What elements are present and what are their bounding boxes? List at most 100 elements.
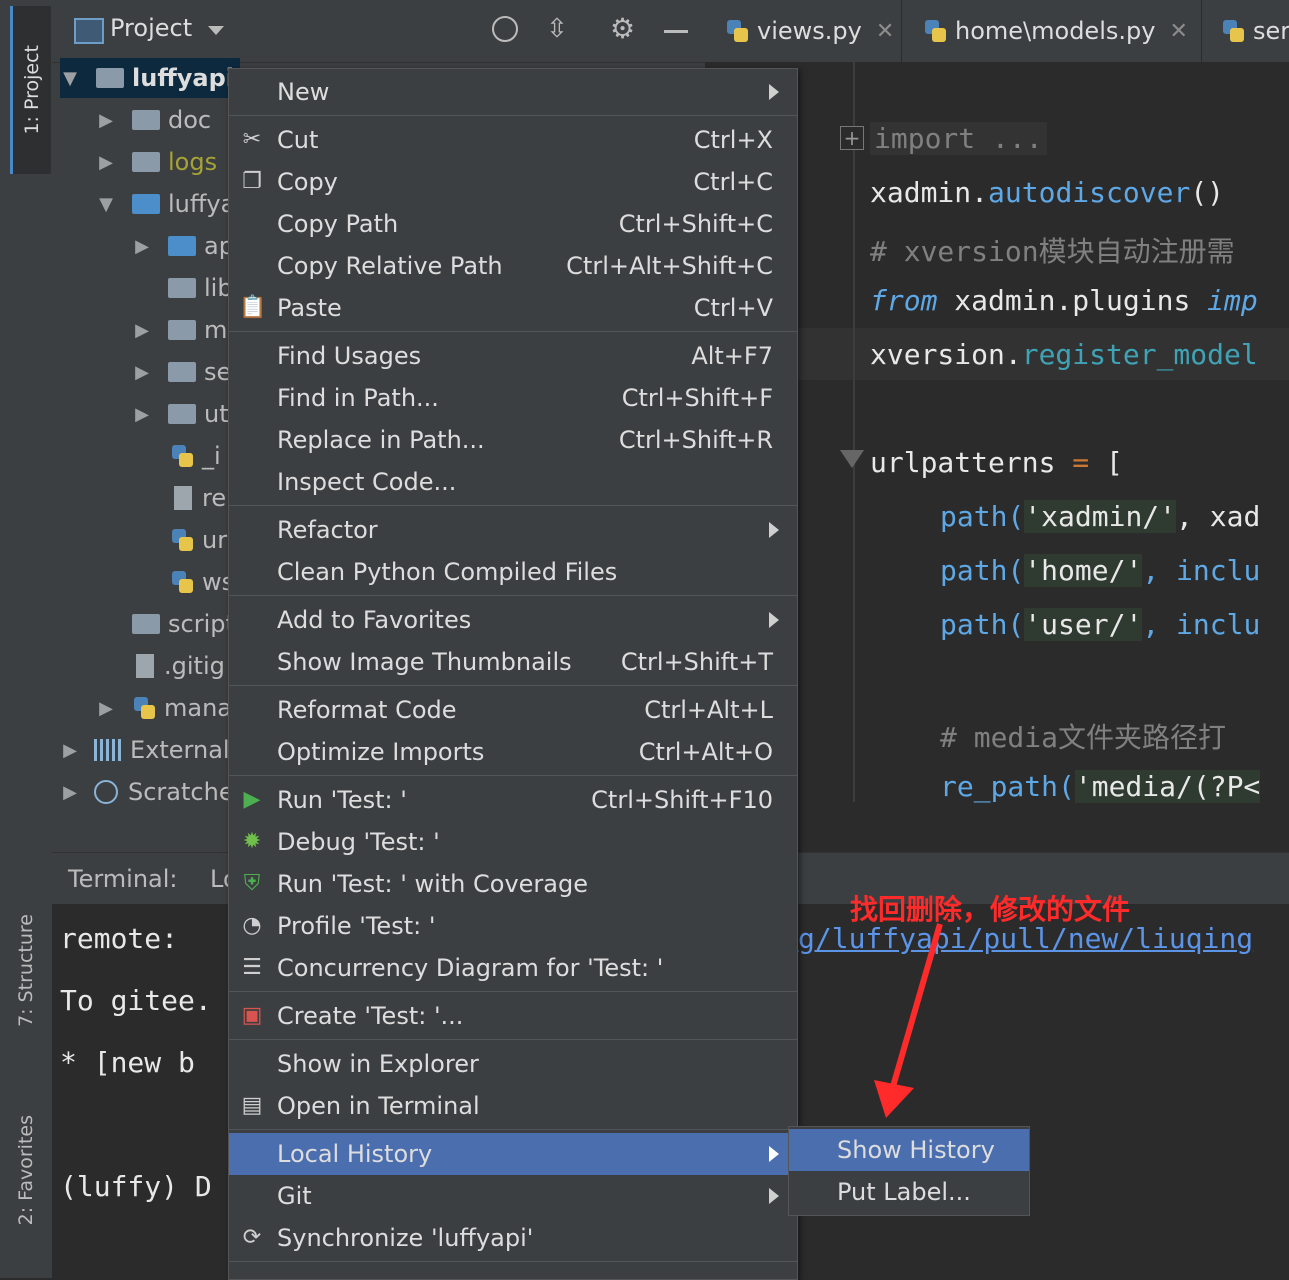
code-token: [ [1089,446,1123,479]
menu-item-refactor[interactable]: Refactor [229,509,797,551]
folder-icon [132,152,160,172]
menu-item-run-test[interactable]: ▶ Run 'Test: ' Ctrl+Shift+F10 [229,779,797,821]
collapsed-arrow-icon[interactable]: ▶ [132,236,152,257]
code-token: path( [940,608,1025,641]
locate-file-icon[interactable] [492,16,518,42]
menu-item-new[interactable]: New [229,71,797,113]
menu-item-put-label[interactable]: Put Label... [789,1171,1029,1213]
close-icon[interactable]: ✕ [876,19,894,44]
python-file-icon [170,443,194,469]
collapsed-arrow-icon[interactable]: ▶ [60,782,80,803]
menu-separator [229,505,797,506]
menu-item-run-coverage[interactable]: ⛨ Run 'Test: ' with Coverage [229,863,797,905]
folder-icon [168,320,196,340]
menu-item-show-in-explorer[interactable]: Show in Explorer [229,1043,797,1085]
tree-item-label: ur [202,526,228,554]
submenu-arrow-icon [769,1188,779,1204]
tree-item-luffyapi[interactable]: ▼ luffyapi [60,58,240,98]
fold-collapse-icon[interactable] [840,450,864,468]
submenu-arrow-icon [769,1146,779,1162]
menu-item-show-history[interactable]: Show History [789,1129,1029,1171]
tree-item-libs[interactable]: lib [168,268,233,308]
menu-item-copy-path[interactable]: Copy Path Ctrl+Shift+C [229,203,797,245]
collapsed-arrow-icon[interactable]: ▶ [132,320,152,341]
editor-tabs-bar: views.py ✕ home\models.py ✕ ser [705,0,1289,63]
tree-item-doc[interactable]: ▶ doc [96,100,211,140]
menu-separator [229,1261,797,1262]
tool-tab-structure[interactable]: 7: Structure [6,890,46,1050]
collapsed-arrow-icon[interactable]: ▶ [132,404,152,425]
code-line: from xadmin.plugins imp [870,284,1258,317]
menu-item-paste[interactable]: 📋 Paste Ctrl+V [229,287,797,329]
menu-item-shortcut: Ctrl+Shift+T [620,648,773,676]
menu-item-replace-in-path[interactable]: Replace in Path... Ctrl+Shift+R [229,419,797,461]
code-token: , inclu [1142,608,1261,641]
tab-ser[interactable]: ser [1201,0,1289,62]
menu-item-show-thumbnails[interactable]: Show Image Thumbnails Ctrl+Shift+T [229,641,797,683]
menu-item-reformat-code[interactable]: Reformat Code Ctrl+Alt+L [229,689,797,731]
tool-tab-favorites[interactable]: 2: Favorites [6,1090,46,1250]
menu-item-find-in-path[interactable]: Find in Path... Ctrl+Shift+F [229,377,797,419]
menu-item-profile-test[interactable]: ◔ Profile 'Test: ' [229,905,797,947]
tree-item-manage[interactable]: ▶ mana [96,688,232,728]
tree-item-apps[interactable]: ▶ ap [132,226,234,266]
folder-icon [168,278,196,298]
tool-tab-project[interactable]: 1: Project [10,6,51,174]
gear-icon[interactable]: ⚙ [610,12,635,45]
tree-item-m[interactable]: ▶ m [132,310,227,350]
menu-item-synchronize[interactable]: ⟳ Synchronize 'luffyapi' [229,1217,797,1259]
menu-item-debug-test[interactable]: ✹ Debug 'Test: ' [229,821,797,863]
terminal-prompt: (luffy) D [60,1170,212,1203]
chevron-down-icon[interactable] [208,26,224,35]
menu-item-git[interactable]: Git [229,1175,797,1217]
collapsed-arrow-icon[interactable]: ▶ [96,110,116,131]
menu-item-find-usages[interactable]: Find Usages Alt+F7 [229,335,797,377]
tree-item-wsgi[interactable]: ws [170,562,234,602]
tree-item-urls[interactable]: ur [170,520,227,560]
close-icon[interactable]: ✕ [1169,19,1187,44]
menu-item-label: Profile 'Test: ' [277,912,436,940]
expanded-arrow-icon[interactable]: ▼ [60,68,80,89]
tree-item-se[interactable]: ▶ se [132,352,231,392]
menu-item-clean-compiled[interactable]: Clean Python Compiled Files [229,551,797,593]
fold-expand-icon[interactable]: + [840,126,864,150]
menu-item-add-to-favorites[interactable]: Add to Favorites [229,599,797,641]
menu-item-local-history[interactable]: Local History [229,1133,797,1175]
tree-item-scripts[interactable]: script [132,604,235,644]
tree-item-luffyapi-package[interactable]: ▼ luffya [96,184,235,224]
tree-item-gitignore[interactable]: .gitig [132,646,225,686]
terminal-line: remote: [60,922,179,955]
collapsed-arrow-icon[interactable]: ▶ [132,362,152,383]
local-history-submenu: Show History Put Label... [788,1126,1030,1216]
menu-item-create-test[interactable]: ▣ Create 'Test: '... [229,995,797,1037]
collapsed-arrow-icon[interactable]: ▶ [96,698,116,719]
menu-item-copy[interactable]: ❐ Copy Ctrl+C [229,161,797,203]
collapsed-arrow-icon[interactable]: ▶ [60,740,80,761]
tree-item-init[interactable]: _i [170,436,221,476]
tree-item-external-libraries[interactable]: ▶ External [60,730,230,770]
tab-home-models-py[interactable]: home\models.py ✕ [903,0,1202,62]
menu-item-cut[interactable]: ✂ Cut Ctrl+X [229,119,797,161]
menu-item-copy-relative-path[interactable]: Copy Relative Path Ctrl+Alt+Shift+C [229,245,797,287]
tree-item-re[interactable]: re [170,478,226,518]
project-view-selector[interactable]: Project [110,14,192,42]
hide-panel-icon[interactable] [664,30,688,33]
expanded-arrow-icon[interactable]: ▼ [96,194,116,215]
tree-item-label: _i [202,442,221,470]
collapsed-arrow-icon[interactable]: ▶ [96,152,116,173]
coverage-icon: ⛨ [243,871,261,896]
code-import-fold[interactable]: import ... [870,122,1047,155]
menu-item-inspect-code[interactable]: Inspect Code... [229,461,797,503]
tree-item-scratches[interactable]: ▶ Scratche [60,772,234,812]
submenu-arrow-icon [769,84,779,100]
left-tool-strip: 1: Project 7: Structure 2: Favorites [0,0,53,1278]
tree-item-logs[interactable]: ▶ logs [96,142,217,182]
menu-item-concurrency-diagram[interactable]: ☰ Concurrency Diagram for 'Test: ' [229,947,797,989]
tree-item-ut[interactable]: ▶ ut [132,394,229,434]
tab-views-py[interactable]: views.py ✕ [705,0,902,62]
collapse-all-icon[interactable]: ⇳ [546,14,568,44]
tree-item-label: mana [164,694,233,722]
tab-label: home\models.py [955,17,1156,45]
menu-item-optimize-imports[interactable]: Optimize Imports Ctrl+Alt+O [229,731,797,773]
menu-item-open-in-terminal[interactable]: ▤ Open in Terminal [229,1085,797,1127]
